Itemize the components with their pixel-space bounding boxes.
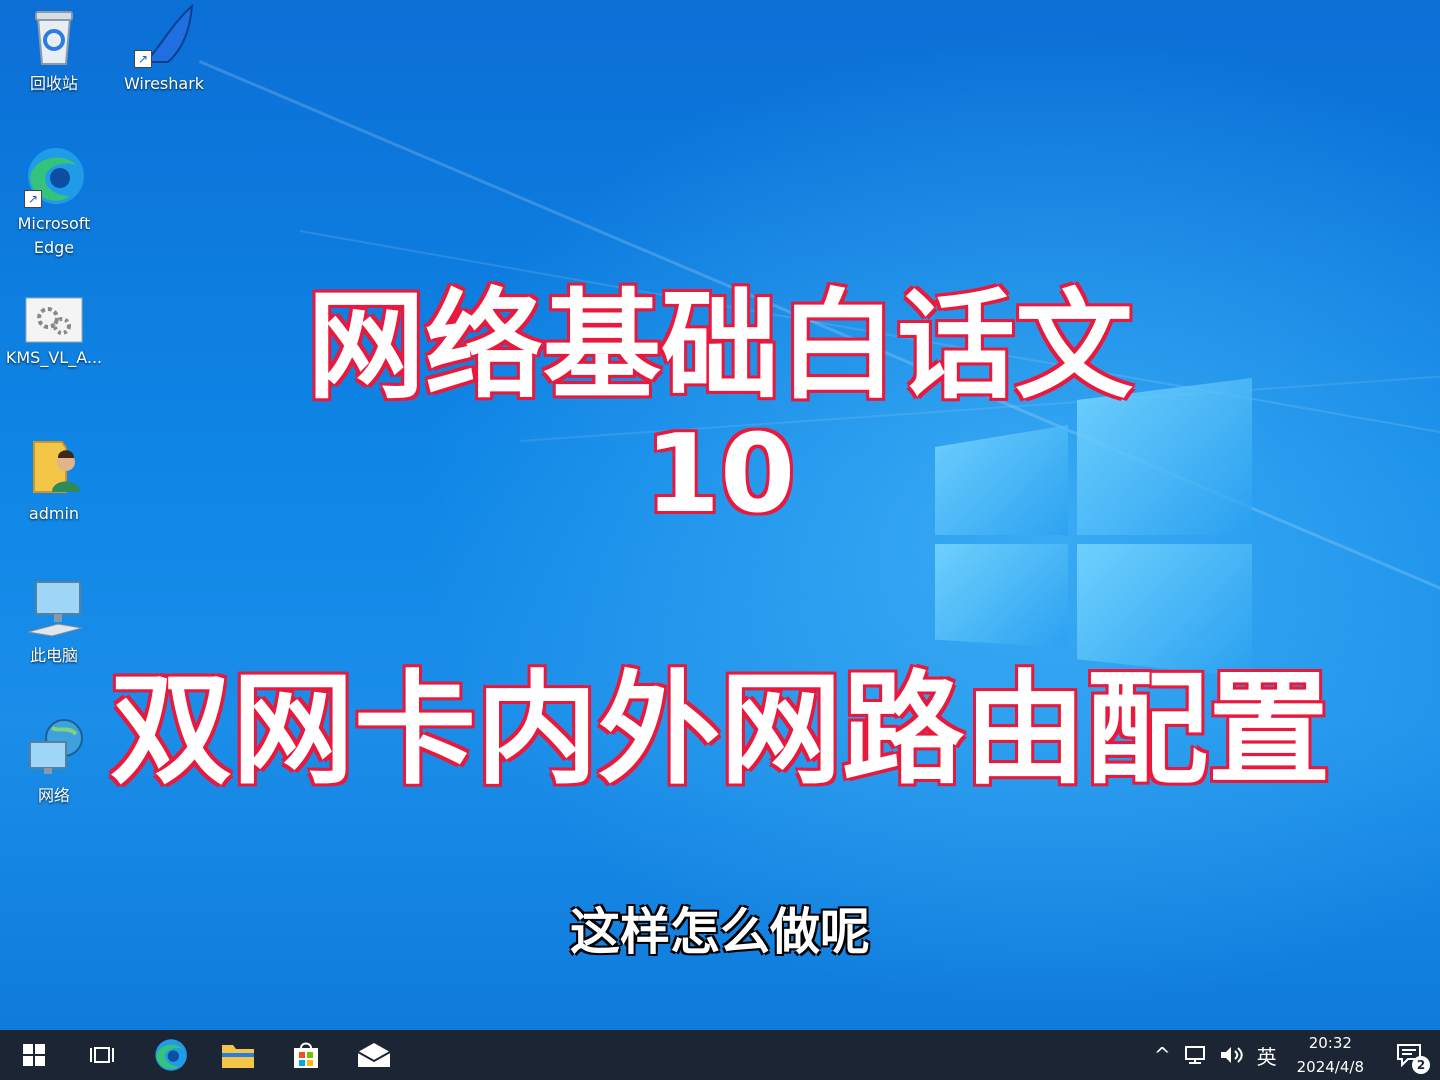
desktop-icon-wireshark[interactable]: ↗ Wireshark: [114, 3, 214, 96]
start-button[interactable]: [0, 1030, 68, 1080]
desktop-icon-edge[interactable]: ↗ Microsoft Edge: [4, 144, 104, 260]
input-method-indicator[interactable]: 英: [1251, 1030, 1283, 1080]
clock[interactable]: 20:32 2024/4/8: [1283, 1031, 1378, 1079]
desktop-icon-label: Wireshark: [123, 74, 205, 93]
edge-icon: ↗: [22, 144, 86, 208]
desktop-icon-recycle-bin[interactable]: 回收站: [4, 4, 104, 96]
desktop-icon-label: 回收站: [29, 74, 78, 93]
desktop-icon-this-pc[interactable]: 此电脑: [4, 576, 104, 668]
wireshark-icon: ↗: [132, 3, 196, 68]
task-view-icon: [90, 1047, 114, 1063]
clock-date: 2024/4/8: [1296, 1058, 1364, 1076]
taskbar-store-button[interactable]: [272, 1030, 340, 1080]
clock-time: 20:32: [1308, 1034, 1352, 1052]
show-hidden-icons-chevron[interactable]: ^: [1148, 1030, 1177, 1080]
task-view-button[interactable]: [68, 1030, 136, 1080]
file-explorer-icon: [222, 1045, 254, 1068]
desktop-icon-label: Microsoft Edge: [17, 214, 91, 257]
video-title-line-1: 网络基础白话文: [305, 276, 1134, 417]
store-icon: [294, 1042, 318, 1068]
notification-count-badge: 2: [1412, 1056, 1430, 1074]
desktop: 回收站 ↗ Wireshark ↗ Microsoft Edge KMS_VL_…: [0, 0, 1440, 1030]
shortcut-arrow-icon: ↗: [134, 50, 152, 68]
edge-icon: [155, 1039, 187, 1071]
system-tray: ^ 英 20:32 2024/4/8 2: [1148, 1030, 1440, 1080]
shortcut-arrow-icon: ↗: [24, 190, 42, 208]
recycle-bin-icon: [22, 4, 86, 68]
taskbar-edge-button[interactable]: [136, 1030, 204, 1080]
action-center-button[interactable]: 2: [1378, 1030, 1440, 1080]
video-title-line-3: 双网卡内外网路由配置: [109, 659, 1332, 802]
volume-icon[interactable]: [1213, 1030, 1251, 1080]
computer-icon: [22, 576, 86, 640]
taskbar-mail-button[interactable]: [340, 1030, 408, 1080]
caption-subtitle: 这样怎么做呢: [570, 903, 870, 961]
start-icon: [23, 1044, 45, 1066]
video-title-episode-number: 10: [643, 411, 796, 539]
taskbar-file-explorer-button[interactable]: [204, 1030, 272, 1080]
taskbar: ^ 英 20:32 2024/4/8 2: [0, 1030, 1440, 1080]
network-status-icon[interactable]: [1177, 1030, 1213, 1080]
mail-icon: [357, 1043, 391, 1067]
